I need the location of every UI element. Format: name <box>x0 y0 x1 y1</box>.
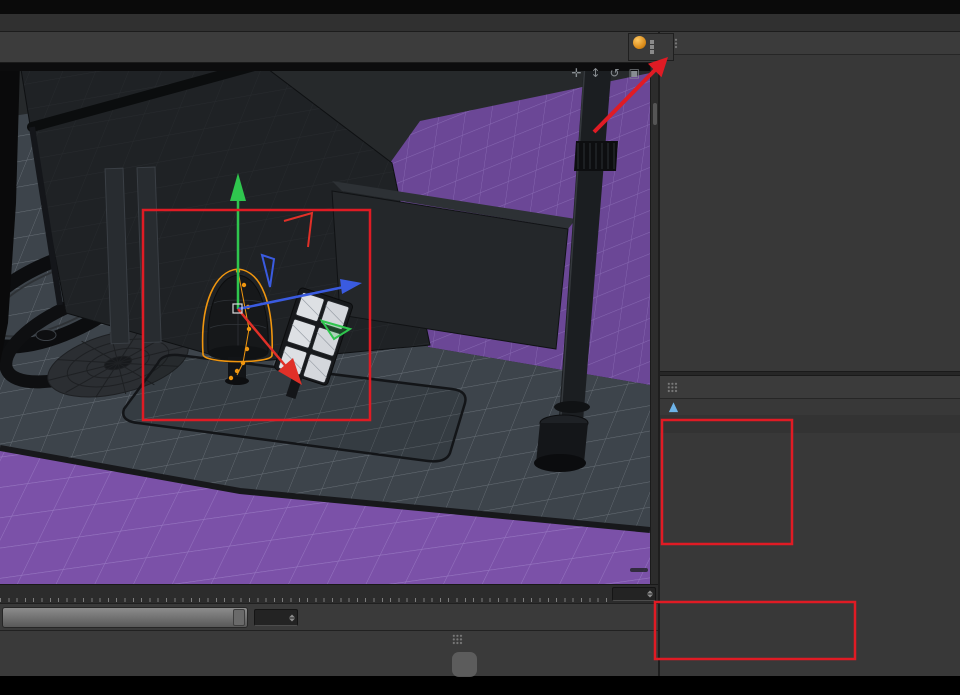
coords-grip-icon[interactable] <box>452 634 463 645</box>
axis-lock-x[interactable] <box>650 40 673 44</box>
axis-lock-y[interactable] <box>650 45 673 49</box>
bottom-bar <box>0 630 658 676</box>
end-frame-field[interactable] <box>612 587 656 601</box>
rotate-view-icon[interactable]: ↺ <box>610 66 620 80</box>
object-manager-list <box>660 55 960 371</box>
coordinate-system-icon[interactable] <box>633 36 646 49</box>
coordinates-panel <box>448 631 658 677</box>
toggle-view-icon[interactable]: ▣ <box>629 66 640 80</box>
timeline-ticks <box>0 598 610 602</box>
axis-lock-widget[interactable] <box>628 33 674 61</box>
transport-bar <box>0 603 658 630</box>
timeline-range-slider[interactable] <box>2 607 248 628</box>
grid-spacing-label <box>630 568 648 572</box>
axis-lock-z[interactable] <box>650 50 673 54</box>
attribute-title-row <box>660 399 960 415</box>
cinema4d-window: ✛ ↕ ↺ ▣ <box>0 0 960 695</box>
range-slider-grip[interactable] <box>233 609 245 626</box>
main-menu-bar <box>0 14 960 32</box>
viewport-top-edge <box>0 63 650 71</box>
attribute-tabs <box>660 415 960 433</box>
attribute-manager-grip-icon[interactable] <box>667 382 678 393</box>
cone-icon <box>667 401 680 414</box>
right-panel <box>658 32 960 676</box>
watermark <box>452 652 479 677</box>
viewport-3d[interactable]: ✛ ↕ ↺ ▣ <box>0 63 650 584</box>
pan-view-icon[interactable]: ✛ <box>571 66 581 80</box>
object-manager-menu <box>660 32 960 55</box>
viewport-3d-scene[interactable] <box>0 63 650 584</box>
timeline-ruler[interactable] <box>0 584 658 603</box>
attribute-manager-menu <box>660 376 960 399</box>
bottom-black-bar <box>0 676 960 695</box>
viewport-nav-icons: ✛ ↕ ↺ ▣ <box>571 66 640 80</box>
current-frame-field[interactable] <box>254 609 298 626</box>
zoom-view-icon[interactable]: ↕ <box>591 66 601 80</box>
main-toolbar <box>0 32 660 63</box>
panel-splitter[interactable] <box>650 63 658 584</box>
